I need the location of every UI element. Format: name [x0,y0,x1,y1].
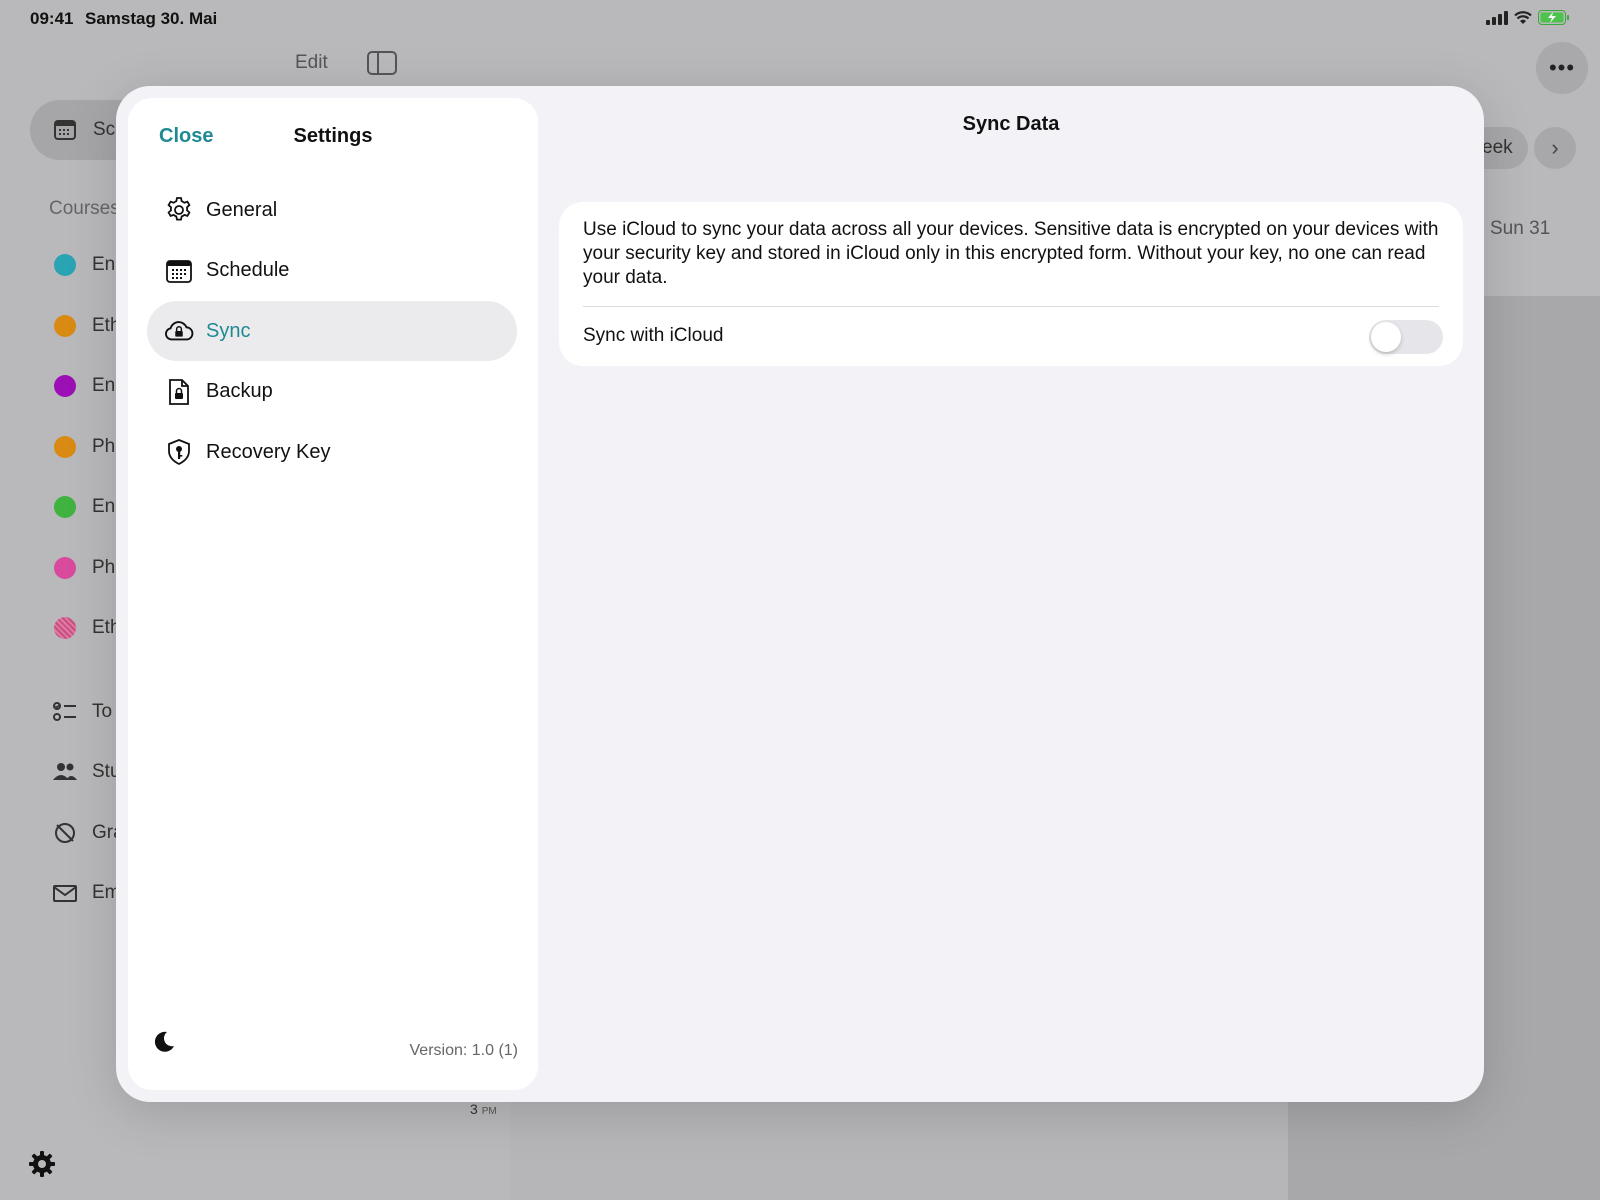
bg-nav-item: Stu [52,759,121,785]
gear-icon [164,195,194,225]
gear-icon [29,1151,55,1177]
course-color-dot [54,254,76,276]
status-time: 09:41 [30,9,74,28]
bg-nav-label: To [92,701,113,722]
bg-course-item: Ph [54,436,115,458]
bg-course-label: Ph [92,436,116,457]
bg-course-item: Eth [54,315,121,337]
bg-hour-number: 3 [470,1101,478,1117]
sync-icloud-label: Sync with iCloud [583,325,724,346]
version-label: Version: 1.0 (1) [409,1042,519,1059]
settings-sidebar: Close Settings General Schedule Sync Bac… [128,98,538,1090]
menu-item-general[interactable]: General [147,180,517,240]
bg-nav-item: To [52,699,112,725]
detail-title: Sync Data [962,113,1060,135]
bg-course-item: En [54,254,115,276]
bg-nav-item: Em [52,880,121,906]
bg-course-item: En [54,496,115,518]
students-icon [53,763,77,780]
bg-schedule-label: Sc [93,119,116,140]
menu-item-label: Sync [206,319,251,342]
settings-modal: Close Settings General Schedule Sync Bac… [116,86,1484,1102]
todo-list-icon [53,702,76,721]
wifi-icon [1514,10,1532,24]
sidebar-toggle-icon [367,51,397,75]
settings-title: Settings [293,125,373,147]
menu-item-label: Recovery Key [206,440,331,463]
bg-hour-suffix: PM [481,1106,497,1117]
menu-item-label: Backup [206,380,273,402]
bg-courses-heading: Courses [49,198,120,219]
status-icons [1486,10,1570,25]
bg-course-label: Ph [92,557,116,578]
bg-nav-item: Gra [52,820,124,846]
menu-item-label: Schedule [206,259,290,281]
bg-course-label: En [92,254,116,275]
menu-item-label: General [206,198,278,221]
calendar-icon [54,120,76,140]
status-date: Samstag 30. Mai [85,9,218,28]
document-lock-icon [164,377,194,407]
menu-item-recovery-key[interactable]: Recovery Key [147,422,517,482]
menu-item-schedule[interactable]: Schedule [147,241,517,301]
bg-course-item: Eth [54,617,121,639]
battery-charging-icon [1538,10,1569,25]
bg-hour-label: 3 PM [470,1101,497,1117]
menu-item-backup[interactable]: Backup [147,362,517,422]
more-options-icon: ••• [1536,42,1588,94]
sync-card: Use iCloud to sync your data across all … [559,202,1463,366]
status-bar: 09:41 Samstag 30. Mai [0,0,1600,40]
card-divider [583,306,1439,307]
shield-key-icon [164,437,194,467]
grades-icon [55,823,75,843]
course-color-dot [54,496,76,518]
dark-mode-moon-icon[interactable] [152,1030,176,1054]
settings-menu: General Schedule Sync Backup Recovery Ke… [147,180,517,483]
course-color-dot [54,617,76,639]
course-color-dot [54,375,76,397]
sync-description: Use iCloud to sync your data across all … [583,219,1439,288]
course-color-dot [54,436,76,458]
bg-course-label: En [92,375,116,396]
bg-course-item: En [54,375,115,397]
cellular-signal-icon [1486,10,1508,25]
sync-icloud-toggle[interactable] [1369,320,1443,354]
bg-course-label: En [92,496,116,517]
bg-course-item: Ph [54,557,115,579]
chevron-right-icon: › [1534,127,1576,169]
bg-day-header: Sun 31 [1490,218,1551,239]
course-color-dot [54,557,76,579]
edit-button: Edit [295,52,328,73]
menu-item-sync[interactable]: Sync [147,301,517,361]
calendar-icon [164,256,194,286]
course-color-dot [54,315,76,337]
cloud-lock-icon [164,316,194,346]
bg-week-label: eek [1482,137,1513,158]
toggle-knob [1371,322,1401,352]
mail-icon [53,885,77,902]
